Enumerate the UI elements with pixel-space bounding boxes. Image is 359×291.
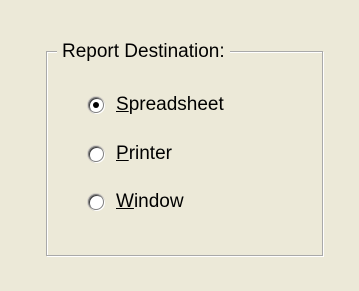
radio-printer-label-text: rinter: [128, 143, 172, 164]
radio-window-indicator[interactable]: [88, 194, 104, 210]
radio-window-label-text: indow: [133, 191, 184, 212]
radio-window-accelerator: W: [116, 191, 134, 212]
radio-window[interactable]: Window: [88, 190, 184, 214]
radio-spreadsheet-label-text: preadsheet: [128, 94, 224, 115]
radio-window-label[interactable]: Window: [116, 191, 184, 213]
radio-printer-label[interactable]: Printer: [116, 143, 172, 165]
radio-spreadsheet-indicator[interactable]: [88, 97, 104, 113]
radio-printer[interactable]: Printer: [88, 142, 172, 166]
radio-spreadsheet[interactable]: Spreadsheet: [88, 93, 224, 117]
radio-printer-accelerator: P: [116, 143, 129, 164]
radio-spreadsheet-label[interactable]: Spreadsheet: [116, 94, 224, 116]
radio-spreadsheet-selected-dot: [93, 102, 99, 108]
radio-printer-indicator[interactable]: [88, 146, 104, 162]
report-destination-label: Report Destination:: [57, 41, 230, 63]
radio-spreadsheet-accelerator: S: [116, 94, 129, 115]
